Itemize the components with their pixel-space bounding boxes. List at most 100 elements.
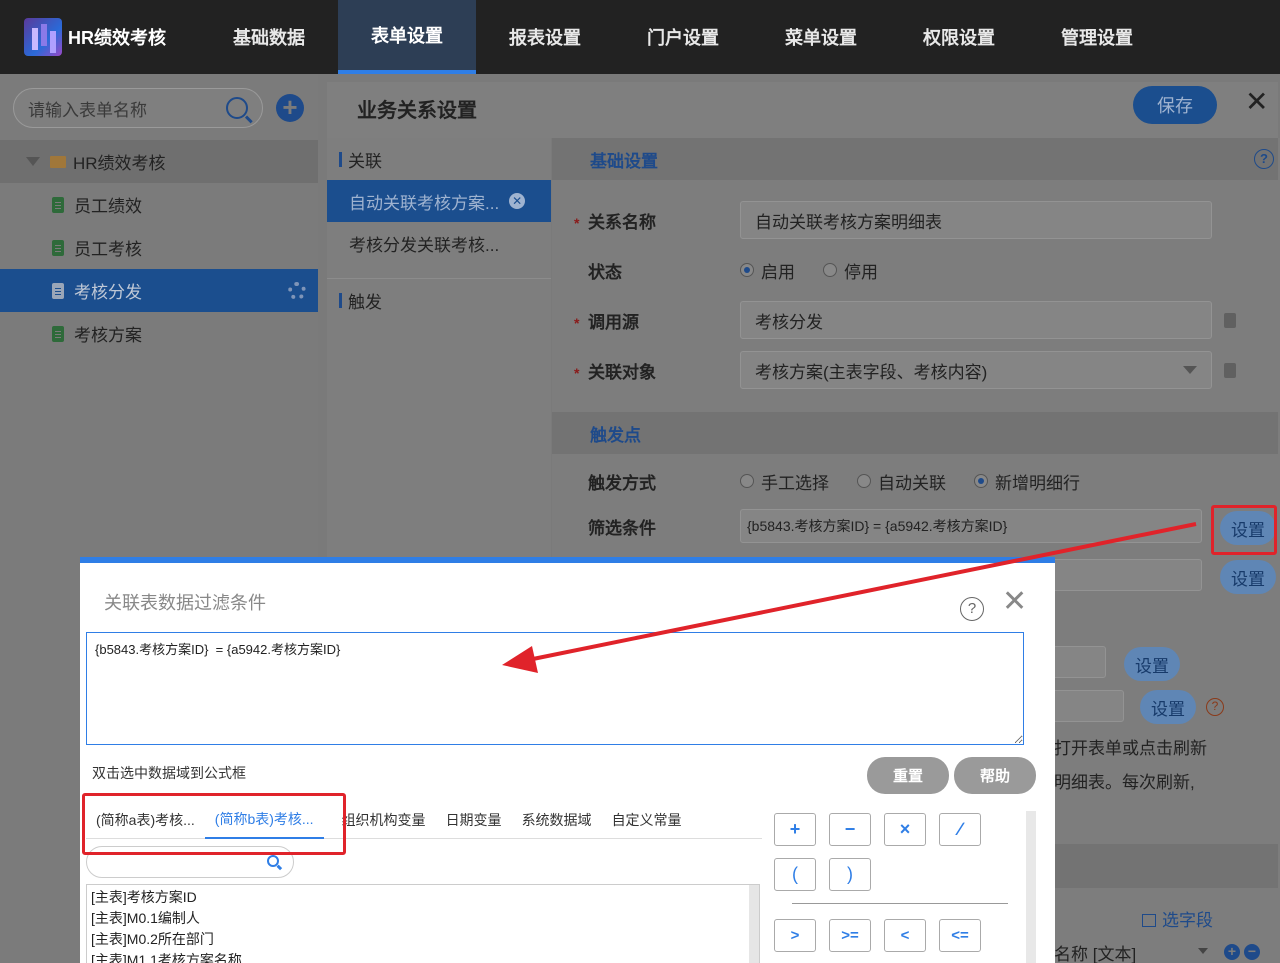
list-item[interactable]: [主表]考核方案ID: [91, 887, 755, 908]
table-icon: [1142, 914, 1156, 927]
section-obscured: [1032, 844, 1278, 888]
form-icon: [52, 325, 64, 342]
tree-root[interactable]: HR绩效考核: [0, 140, 318, 183]
tree-item-label: 员工绩效: [74, 197, 142, 216]
relation-item-label: 考核分发关联考核...: [349, 235, 500, 255]
op-multiply-button[interactable]: ×: [884, 813, 926, 846]
section-basic: 基础设置 ?: [552, 138, 1278, 180]
tab-system-fields[interactable]: 系统数据域: [512, 801, 602, 839]
source-input[interactable]: 考核分发: [740, 301, 1212, 339]
relation-name-input[interactable]: 自动关联考核方案明细表: [740, 201, 1212, 239]
tab-date-vars[interactable]: 日期变量: [436, 801, 512, 839]
search-icon[interactable]: [226, 97, 248, 119]
partial-description: 打开表单或点击刷新: [1054, 739, 1207, 758]
relation-item-label: 自动关联考核方案...: [349, 193, 500, 213]
nav-menu-settings[interactable]: 菜单设置: [752, 0, 890, 74]
reset-button[interactable]: 重置: [867, 757, 949, 794]
save-button[interactable]: 保存: [1133, 86, 1217, 124]
op-lparen-button[interactable]: (: [774, 858, 816, 891]
set-button[interactable]: 设置: [1220, 560, 1276, 594]
relation-item[interactable]: 考核分发关联考核...: [327, 222, 551, 264]
form-tree: HR绩效考核 员工绩效 员工考核 考核分发 考核方案: [0, 140, 318, 355]
row-status: 状态 启用 停用: [552, 250, 1278, 290]
mode-auto-radio[interactable]: 自动关联: [857, 469, 946, 494]
nav-basic-data[interactable]: 基础数据: [200, 0, 338, 74]
form-search-input[interactable]: 请输入表单名称: [13, 88, 263, 128]
tab-custom-constants[interactable]: 自定义常量: [602, 801, 692, 839]
dialog-scrollbar[interactable]: [1026, 811, 1036, 963]
mode-add-row-radio[interactable]: 新增明细行: [974, 469, 1080, 494]
doc-icon[interactable]: [1224, 312, 1236, 328]
search-icon[interactable]: [267, 855, 279, 867]
caret-down-icon[interactable]: [26, 157, 40, 166]
list-scrollbar[interactable]: [749, 885, 759, 963]
formula-hint: 双击选中数据域到公式框: [92, 765, 246, 781]
list-item[interactable]: [主表]M0.2所在部门: [91, 929, 755, 950]
row-filter: 筛选条件 {b5843.考核方案ID} = {a5942.考核方案ID}: [552, 506, 1278, 546]
close-icon[interactable]: ✕: [1002, 587, 1027, 617]
op-minus-button[interactable]: −: [829, 813, 871, 846]
help-button[interactable]: 帮助: [954, 757, 1036, 794]
filter-condition-input[interactable]: {b5843.考核方案ID} = {a5942.考核方案ID}: [740, 509, 1202, 543]
tree-item[interactable]: 考核方案: [0, 312, 318, 355]
status-enabled-radio[interactable]: 启用: [740, 258, 795, 283]
row-name: * 关系名称 自动关联考核方案明细表: [552, 200, 1278, 240]
op-plus-button[interactable]: +: [774, 813, 816, 846]
tree-item-label: 员工考核: [74, 240, 142, 259]
help-icon[interactable]: ?: [1206, 698, 1224, 716]
input-value: 考核分发: [755, 312, 823, 332]
mode-manual-radio[interactable]: 手工选择: [740, 469, 829, 494]
nav-form-settings[interactable]: 表单设置: [338, 0, 476, 74]
op-divide-button[interactable]: ∕: [939, 813, 981, 846]
select-field-link[interactable]: 选字段: [1142, 906, 1213, 931]
chevron-down-icon[interactable]: [1198, 948, 1208, 954]
form-icon: [52, 239, 64, 256]
nav-report-settings[interactable]: 报表设置: [476, 0, 614, 74]
input-value: {b5843.考核方案ID} = {a5942.考核方案ID}: [747, 518, 1008, 534]
logo-icon: [24, 18, 62, 56]
nav-admin-settings[interactable]: 管理设置: [1028, 0, 1166, 74]
op-lt-button[interactable]: <: [884, 919, 926, 952]
tree-root-label: HR绩效考核: [73, 154, 166, 173]
section-title: 基础设置: [590, 151, 658, 171]
annotation-highlight: [1211, 505, 1277, 555]
set-button[interactable]: 设置: [1140, 690, 1196, 724]
remove-icon[interactable]: ✕: [509, 193, 526, 209]
nav-portal-settings[interactable]: 门户设置: [614, 0, 752, 74]
remove-row-icon[interactable]: −: [1244, 944, 1260, 960]
set-button[interactable]: 设置: [1124, 647, 1180, 681]
relation-group-link: 关联: [327, 138, 551, 180]
doc-icon[interactable]: [1224, 362, 1236, 378]
close-icon[interactable]: ✕: [1245, 88, 1268, 116]
tree-item-selected[interactable]: 考核分发: [0, 269, 318, 312]
help-icon[interactable]: ?: [960, 597, 984, 621]
target-select[interactable]: 考核方案(主表字段、考核内容): [740, 351, 1212, 389]
relation-item-selected[interactable]: 自动关联考核方案... ✕: [327, 180, 551, 222]
app-name: HR绩效考核: [68, 28, 166, 48]
search-placeholder: 请输入表单名称: [28, 100, 147, 120]
op-gt-button[interactable]: >: [774, 919, 816, 952]
field-label: * 调用源: [574, 312, 639, 332]
list-item[interactable]: [主表]M0.1编制人: [91, 908, 755, 929]
gear-icon[interactable]: [288, 281, 306, 300]
row-target: * 关联对象 考核方案(主表字段、考核内容): [552, 350, 1278, 390]
divider: [792, 903, 1008, 904]
folder-icon: [50, 155, 66, 168]
op-gte-button[interactable]: >=: [829, 919, 871, 952]
field-label: 触发方式: [588, 473, 656, 493]
tab-org-vars[interactable]: 组织机构变量: [332, 801, 436, 839]
tree-item[interactable]: 员工绩效: [0, 183, 318, 226]
op-rparen-button[interactable]: ): [829, 858, 871, 891]
status-disabled-radio[interactable]: 停用: [823, 258, 878, 283]
op-lte-button[interactable]: <=: [939, 919, 981, 952]
tree-item[interactable]: 员工考核: [0, 226, 318, 269]
formula-textarea[interactable]: {b5843.考核方案ID} = {a5942.考核方案ID}: [86, 632, 1024, 745]
partial-description: 明细表。每次刷新,: [1054, 773, 1195, 792]
add-form-icon[interactable]: +: [276, 94, 304, 122]
app-logo[interactable]: HR绩效考核: [0, 18, 200, 56]
list-item[interactable]: [主表]M1.1考核方案名称: [91, 950, 755, 963]
add-row-icon[interactable]: +: [1224, 944, 1240, 960]
field-label: 筛选条件: [588, 518, 656, 538]
nav-permission-settings[interactable]: 权限设置: [890, 0, 1028, 74]
help-icon[interactable]: ?: [1254, 149, 1274, 169]
